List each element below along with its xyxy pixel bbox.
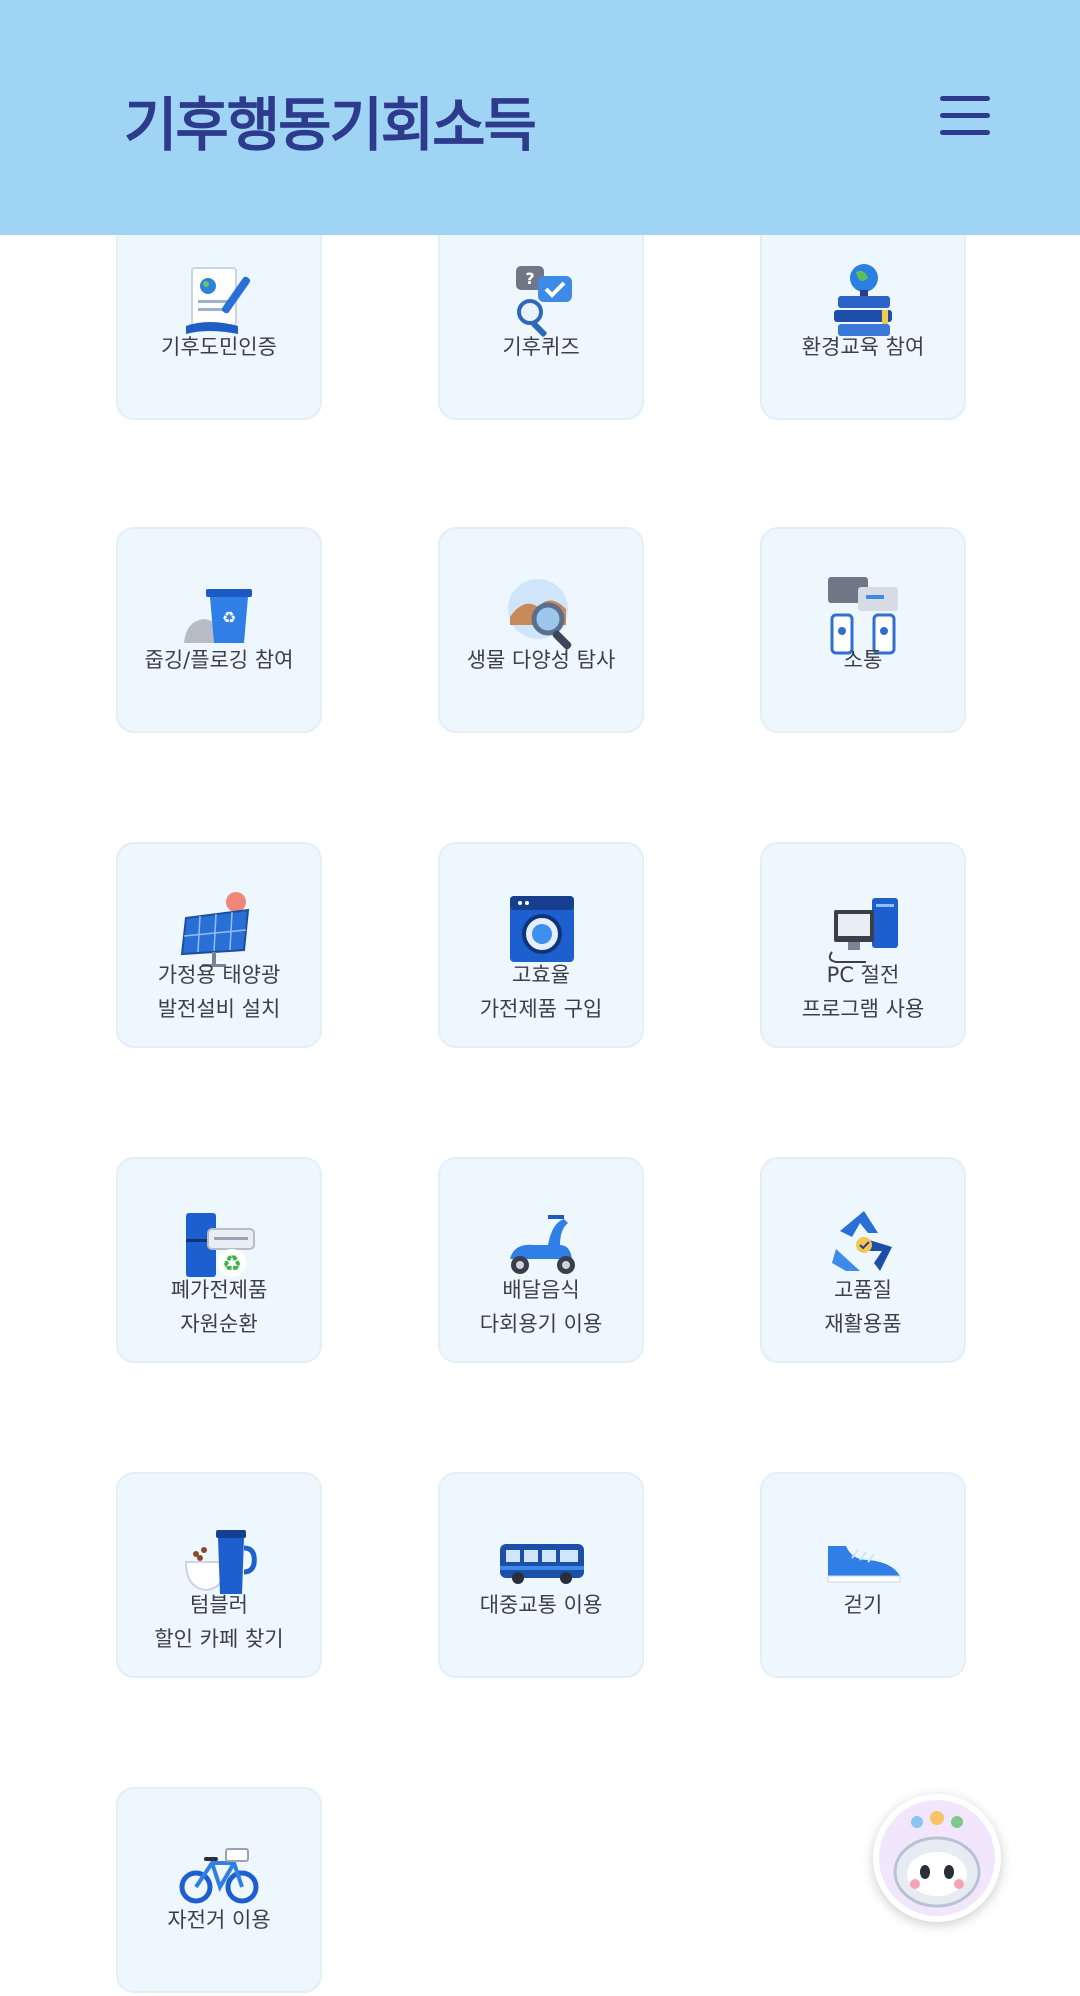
svg-text:?: ? (525, 269, 534, 288)
card-appliance-recycling[interactable]: ♻ 폐가전제품 자원순환 (116, 1157, 322, 1363)
card-label-group: 폐가전제품 자원순환 (118, 1273, 320, 1341)
card-label: 기후도민인증 (161, 335, 277, 359)
card-label: 자전거 이용 (167, 1908, 271, 1932)
chatbot-button[interactable] (873, 1794, 1001, 1922)
card-label: 생물 다양성 탐사 (466, 648, 616, 672)
card-label-line: 자원순환 (180, 1312, 258, 1336)
card-label: 환경교육 참여 (801, 335, 925, 359)
card-label-group: 배달음식 다회용기 이용 (440, 1273, 642, 1341)
card-label-line: 가정용 태양광 (157, 963, 281, 987)
card-label-line: 폐가전제품 (170, 1278, 268, 1302)
card-label-line: 재활용품 (824, 1312, 902, 1336)
card-walking[interactable]: 걷기 (760, 1472, 966, 1678)
card-label: 소통 (843, 648, 883, 672)
card-label-line: 고품질 (834, 1278, 892, 1302)
card-label-group: 고품질 재활용품 (762, 1273, 964, 1341)
activity-grid: 기후도민인증 ? 기후퀴즈 환경교육 참여 ♻ 줍깅/플로깅 참여 생물 다양성… (0, 0, 1080, 1996)
card-climate-quiz[interactable]: ? 기후퀴즈 (438, 214, 644, 420)
card-biodiversity[interactable]: 생물 다양성 탐사 (438, 527, 644, 733)
card-label-group: 가정용 태양광 발전설비 설치 (118, 958, 320, 1026)
card-label-line: 다회용기 이용 (479, 1312, 603, 1336)
chatbot-mascot-icon (879, 1800, 995, 1916)
card-label-line: PC 절전 (826, 963, 900, 987)
card-label-line: 할인 카페 찾기 (154, 1627, 284, 1651)
card-label: 대중교통 이용 (479, 1593, 603, 1617)
card-label-line: 배달음식 (502, 1278, 580, 1302)
card-label-group: 고효율 가전제품 구입 (440, 958, 642, 1026)
card-efficient-appliance[interactable]: 고효율 가전제품 구입 (438, 842, 644, 1048)
card-label-line: 발전설비 설치 (157, 997, 281, 1021)
card-label: 줍깅/플로깅 참여 (144, 648, 294, 672)
card-label: 걷기 (843, 1593, 883, 1617)
app-header: 기후행동기회소득 (0, 0, 1080, 235)
card-bicycle[interactable]: 자전거 이용 (116, 1787, 322, 1993)
card-label-line: 가전제품 구입 (479, 997, 603, 1021)
app-logo[interactable]: 기후행동기회소득 (124, 78, 537, 162)
card-env-education[interactable]: 환경교육 참여 (760, 214, 966, 420)
card-plogging[interactable]: ♻ 줍깅/플로깅 참여 (116, 527, 322, 733)
card-label-line: 텀블러 (190, 1593, 248, 1617)
card-label-group: PC 절전 프로그램 사용 (762, 958, 964, 1026)
card-reusable-containers[interactable]: 배달음식 다회용기 이용 (438, 1157, 644, 1363)
card-tumbler-cafe[interactable]: 텀블러 할인 카페 찾기 (116, 1472, 322, 1678)
card-label: 기후퀴즈 (502, 335, 580, 359)
card-quality-recycled[interactable]: 고품질 재활용품 (760, 1157, 966, 1363)
card-label-group: 텀블러 할인 카페 찾기 (118, 1588, 320, 1656)
hamburger-menu-icon[interactable] (940, 96, 990, 136)
svg-text:♻: ♻ (222, 608, 236, 627)
card-climate-citizen-cert[interactable]: 기후도민인증 (116, 214, 322, 420)
card-public-transit[interactable]: 대중교통 이용 (438, 1472, 644, 1678)
card-label-line: 프로그램 사용 (801, 997, 925, 1021)
card-pc-power-saving[interactable]: PC 절전 프로그램 사용 (760, 842, 966, 1048)
card-home-solar[interactable]: 가정용 태양광 발전설비 설치 (116, 842, 322, 1048)
card-label-line: 고효율 (512, 963, 570, 987)
card-communication[interactable]: 소통 (760, 527, 966, 733)
